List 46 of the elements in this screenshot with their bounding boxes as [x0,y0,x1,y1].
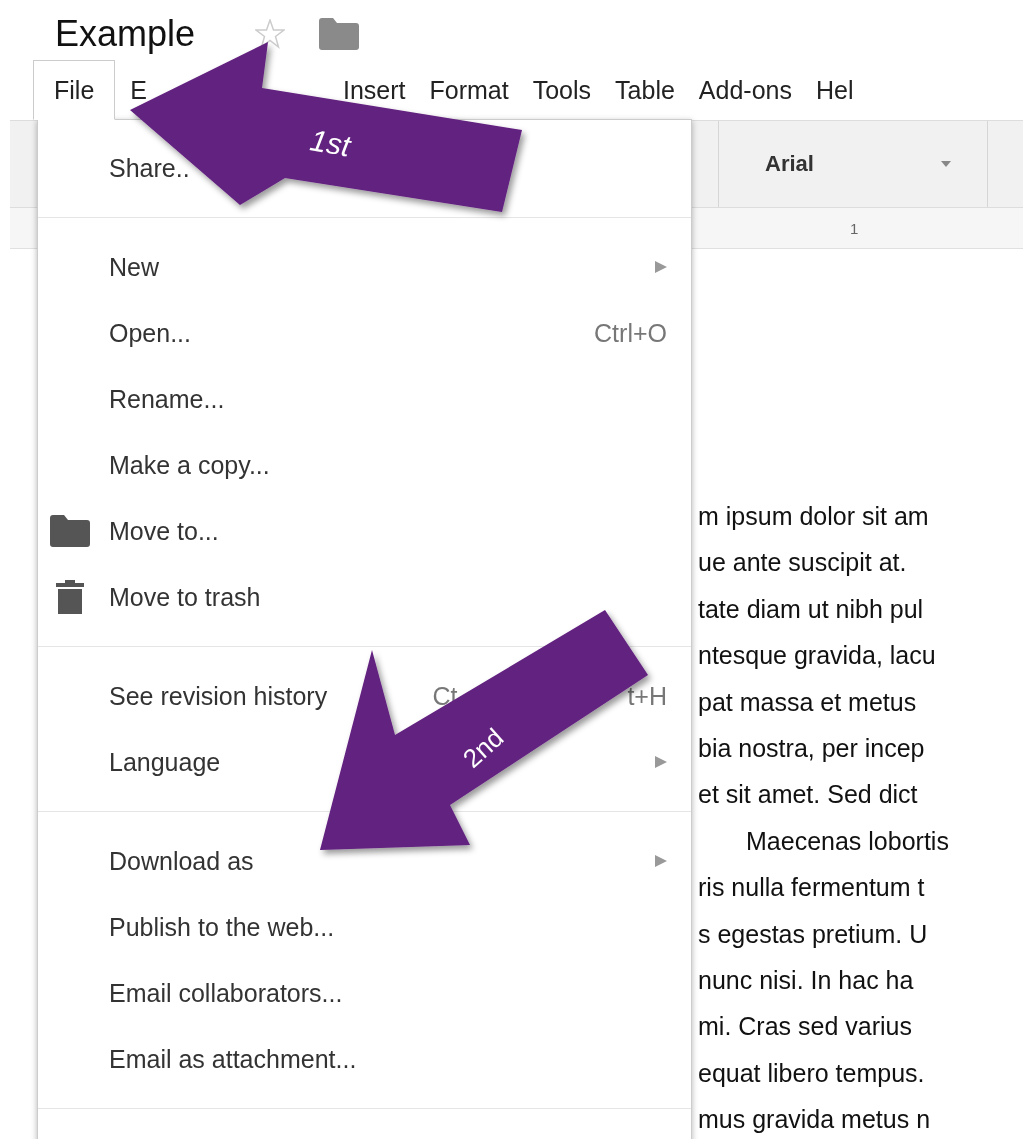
menu-item[interactable]: Make a copy... [109,450,270,480]
menu-item[interactable]: Email as attachment... [109,1044,357,1074]
font-name: Arial [765,151,814,177]
menu-item[interactable]: See revision history [109,681,328,711]
menu-item[interactable]: Language [109,747,221,777]
menu-bar-item[interactable]: Format [428,60,532,120]
document-text-line: tate diam ut nibh pul [698,593,924,625]
shortcut-text: Ctrl+O [594,318,667,348]
trash-icon [56,580,84,614]
document-text-line: equat libero tempus. [698,1057,925,1089]
menu-item[interactable]: Share.. [109,153,190,183]
menu-item[interactable]: Email collaborators... [109,978,343,1008]
document-text-line: mus gravida metus n [698,1104,931,1136]
document-text-line: ntesque gravida, lacu [698,640,936,672]
menu-bar-item[interactable]: Tools [531,60,615,120]
font-dropdown[interactable]: Arial [718,121,988,207]
menu-item[interactable]: Move to trash [109,582,261,612]
folder-icon[interactable] [319,18,360,50]
folder-icon [50,515,90,547]
menu-bar-item[interactable]: Hel [814,60,877,120]
menu-bar-item[interactable]: Add-ons [697,60,815,120]
menu-item[interactable]: Download as [109,846,254,876]
document-title[interactable]: Example [55,13,196,55]
menu-bar-item[interactable]: File [33,60,116,120]
menu-item[interactable]: Open... [109,318,191,348]
menu-item[interactable]: Publish to the web... [109,912,335,942]
document-text-line: ue ante suscipit at. [698,547,907,579]
document-text-line: Maecenas lobortis [745,825,949,857]
document-text-line: pat massa et metus [698,686,917,718]
star-icon[interactable] [255,19,286,49]
ruler-number: 1 [850,219,859,237]
document-text-line: s egestas pretium. U [698,918,928,950]
shortcut-text: t+H [627,681,667,711]
annotation-label: 1st [307,123,353,163]
document-text-line: mi. Cras sed varius [698,1011,912,1043]
document-text-line: m ipsum dolor sit am [698,501,929,532]
document-text-line: ris nulla fermentum t [698,872,925,904]
caret-icon [941,161,951,167]
document-text-line: et sit amet. Sed dict [698,779,918,811]
document-text-line: nunc nisi. In hac ha [698,964,914,996]
menu-item[interactable]: Rename... [109,384,225,414]
menu-bar-item[interactable]: Table [614,60,698,120]
menu-item[interactable]: New [109,252,159,282]
annotation-label: 2nd [457,722,510,774]
document-text-line: bia nostra, per incep [698,732,925,764]
menu-item[interactable]: Move to... [109,516,219,546]
